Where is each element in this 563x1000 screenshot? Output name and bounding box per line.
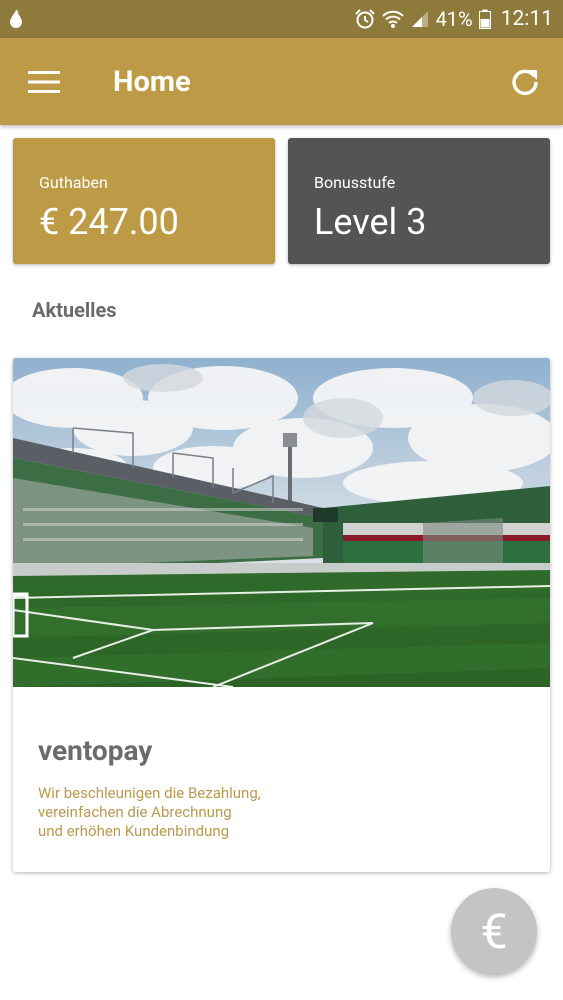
balance-label: Guthaben <box>39 173 108 192</box>
wifi-icon <box>381 10 404 28</box>
status-bar: 41% 12:11 <box>0 0 563 38</box>
news-card[interactable]: ventopay Wir beschleunigen die Bezahlung… <box>13 358 550 872</box>
news-item-line: vereinfachen die Abrechnung <box>38 803 232 821</box>
news-item-line: und erhöhen Kundenbindung <box>38 822 230 840</box>
payment-fab-button[interactable]: € <box>451 888 537 974</box>
status-bar-right: 41% 12:11 <box>354 7 553 31</box>
balance-value: € 247.00 <box>39 201 179 243</box>
menu-button[interactable] <box>14 52 74 112</box>
hamburger-menu-icon <box>28 70 60 93</box>
refresh-button[interactable] <box>497 54 553 110</box>
signal-icon <box>411 11 428 27</box>
clock: 12:11 <box>500 7 553 31</box>
news-section-title: Aktuelles <box>32 298 117 322</box>
stadium-image <box>13 358 550 687</box>
bonus-level-value: Level 3 <box>314 201 427 243</box>
bonus-level-label: Bonusstufe <box>314 173 396 192</box>
alarm-icon <box>354 9 375 29</box>
news-item-title: ventopay <box>38 734 153 767</box>
bonus-level-card[interactable]: Bonusstufe Level 3 <box>288 138 550 264</box>
refresh-icon <box>512 69 538 95</box>
battery-percent: 41% <box>435 7 473 31</box>
battery-icon <box>478 9 491 29</box>
news-item-text: Wir beschleunigen die Bezahlung, vereinf… <box>38 784 261 841</box>
balance-card[interactable]: Guthaben € 247.00 <box>13 138 275 264</box>
app-bar: Home <box>0 38 563 125</box>
notification-drop-icon <box>10 9 22 28</box>
status-bar-left <box>8 9 24 29</box>
euro-icon: € <box>480 902 508 960</box>
page-title: Home <box>113 64 191 99</box>
news-item-line: Wir beschleunigen die Bezahlung, <box>38 784 261 802</box>
